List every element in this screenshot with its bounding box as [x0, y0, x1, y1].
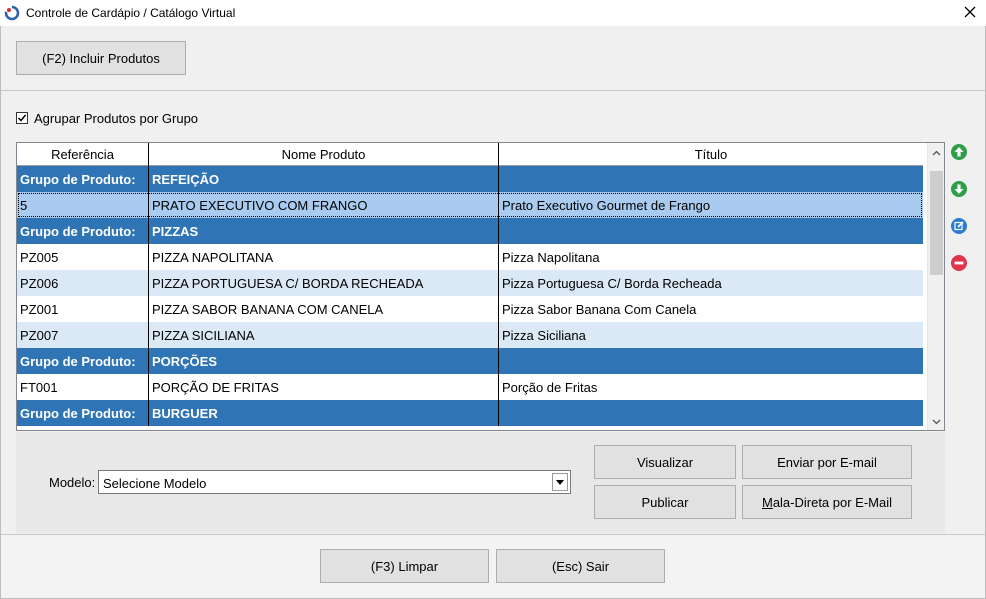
exit-button[interactable]: (Esc) Sair — [496, 549, 665, 583]
cell-reference: PZ001 — [17, 296, 149, 322]
cell-title: Porção de Fritas — [502, 379, 598, 395]
cell-title — [499, 166, 923, 192]
model-label: Modelo: — [49, 475, 96, 490]
send-email-button[interactable]: Enviar por E-mail — [742, 445, 912, 479]
edit-icon[interactable] — [950, 217, 968, 235]
scroll-up-icon[interactable] — [928, 144, 944, 161]
cell-product-name: PIZZA PORTUGUESA C/ BORDA RECHEADA — [149, 270, 499, 296]
cell-reference: PZ007 — [17, 322, 149, 348]
cell-title: Pizza Portuguesa C/ Borda Recheada — [502, 275, 722, 291]
mailing-email-button[interactable]: Mala-Direta por E-Mail — [742, 485, 912, 519]
chevron-down-icon[interactable] — [552, 473, 568, 491]
group-by-label: Agrupar Produtos por Grupo — [34, 111, 199, 126]
cell-title — [499, 348, 923, 374]
cell-reference: PZ006 — [17, 270, 149, 296]
cell-product-name: PRATO EXECUTIVO COM FRANGO — [149, 192, 499, 218]
cell-title — [499, 218, 923, 244]
scroll-down-icon[interactable] — [928, 413, 944, 430]
group-row[interactable]: Grupo de Produto: PORÇÕES — [17, 348, 923, 374]
cell-product-name: PIZZA SICILIANA — [149, 322, 499, 348]
cell-title: Pizza Sabor Banana Com Canela — [502, 301, 697, 317]
title-bar: Controle de Cardápio / Catálogo Virtual — [0, 0, 986, 26]
cell-reference: PZ005 — [17, 244, 149, 270]
cell-product-name: PIZZA SABOR BANANA COM CANELA — [149, 296, 499, 322]
products-grid[interactable]: Referência Nome Produto Título Grupo de … — [16, 142, 945, 431]
vertical-scrollbar[interactable] — [927, 143, 944, 430]
clear-button[interactable]: (F3) Limpar — [320, 549, 489, 583]
table-row[interactable]: FT001 PORÇÃO DE FRITAS Porção de Fritas — [17, 374, 923, 400]
group-row[interactable]: Grupo de Produto: REFEIÇÃO — [17, 166, 923, 192]
cell-reference: FT001 — [17, 374, 149, 400]
checkmark-icon — [17, 114, 27, 122]
cell-product-name: PORÇÃO DE FRITAS — [149, 374, 499, 400]
include-products-button[interactable]: (F2) Incluir Produtos — [16, 41, 186, 75]
close-icon[interactable] — [962, 4, 978, 20]
cell-product-name: PORÇÕES — [149, 348, 499, 374]
table-row[interactable]: PZ007 PIZZA SICILIANA Pizza Siciliana — [17, 322, 923, 348]
app-logo-icon — [4, 5, 20, 21]
table-row[interactable]: PZ006 PIZZA PORTUGUESA C/ BORDA RECHEADA P… — [17, 270, 923, 296]
cell-title: Prato Executivo Gourmet de Frango — [502, 197, 711, 213]
column-header-product-name[interactable]: Nome Produto — [149, 143, 499, 166]
mailing-hotkey-letter: M — [761, 494, 773, 510]
model-select-value: Selecione Modelo — [103, 476, 207, 491]
column-header-title[interactable]: Título — [499, 143, 923, 166]
cell-title — [499, 400, 923, 426]
cell-product-name: BURGUER — [149, 400, 499, 426]
group-row[interactable]: Grupo de Produto: BURGUER — [17, 400, 923, 426]
cell-reference: Grupo de Produto: — [17, 166, 149, 192]
group-by-checkbox[interactable] — [16, 112, 28, 124]
toolbar-divider — [0, 90, 986, 91]
cell-product-name: PIZZA NAPOLITANA — [149, 244, 499, 270]
remove-icon[interactable] — [950, 254, 968, 272]
grid-header: Referência Nome Produto Título — [17, 143, 923, 166]
publish-button[interactable]: Publicar — [594, 485, 736, 519]
window-title: Controle de Cardápio / Catálogo Virtual — [26, 6, 236, 20]
cell-product-name: PIZZAS — [149, 218, 499, 244]
table-row[interactable]: 5 PRATO EXECUTIVO COM FRANGO Prato Executi… — [17, 192, 923, 218]
table-row[interactable]: PZ001 PIZZA SABOR BANANA COM CANELA Pizza … — [17, 296, 923, 322]
table-row[interactable]: PZ005 PIZZA NAPOLITANA Pizza Napolitana — [17, 244, 923, 270]
arrow-up-icon[interactable] — [950, 143, 968, 161]
grid-body: Grupo de Produto: REFEIÇÃO 5 PRATO EXECUTIV… — [17, 166, 923, 426]
column-header-reference[interactable]: Referência — [17, 143, 149, 166]
mailing-label-rest: ala-Direta por E-Mail — [772, 494, 893, 510]
group-row[interactable]: Grupo de Produto: PIZZAS — [17, 218, 923, 244]
cell-title: Pizza Napolitana — [502, 249, 600, 265]
arrow-down-icon[interactable] — [950, 180, 968, 198]
cell-reference: Grupo de Produto: — [17, 400, 149, 426]
scrollbar-thumb[interactable] — [930, 171, 943, 275]
model-select[interactable]: Selecione Modelo — [98, 470, 571, 494]
cell-product-name: REFEIÇÃO — [149, 166, 499, 192]
cell-reference: Grupo de Produto: — [17, 218, 149, 244]
cell-reference: 5 — [17, 192, 149, 218]
cell-reference: Grupo de Produto: — [17, 348, 149, 374]
footer — [0, 535, 986, 598]
cell-title: Pizza Siciliana — [502, 327, 586, 343]
visualize-button[interactable]: Visualizar — [594, 445, 736, 479]
